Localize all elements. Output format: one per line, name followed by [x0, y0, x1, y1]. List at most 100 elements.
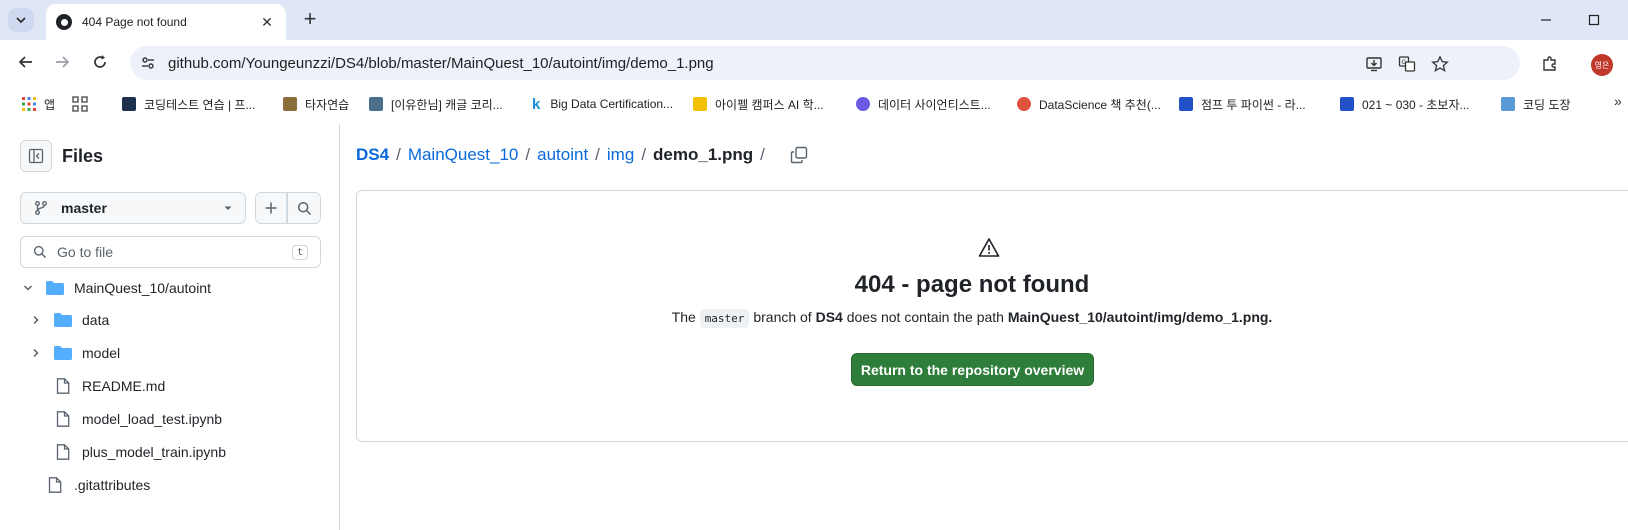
- tree-item-label: plus_model_train.ipynb: [82, 444, 226, 460]
- bookmark-programmers[interactable]: 코딩테스트 연습 | 프...: [122, 93, 255, 115]
- tree-folder-data[interactable]: data: [28, 305, 109, 335]
- search-icon: [297, 201, 311, 215]
- bookmark-label: 아이펠 캠퍼스 AI 학...: [715, 97, 824, 112]
- folder-open-icon: [46, 281, 64, 295]
- breadcrumb-separator: /: [760, 145, 765, 164]
- bookmark-beginner[interactable]: 021 ~ 030 - 초보자...: [1340, 93, 1470, 115]
- branch-code: master: [699, 309, 750, 328]
- maximize-button[interactable]: [1582, 8, 1606, 32]
- reload-button[interactable]: [88, 50, 112, 74]
- add-file-button[interactable]: [255, 192, 287, 224]
- branch-name: master: [61, 200, 107, 216]
- tree-item-label: model_load_test.ipynb: [82, 411, 223, 427]
- bookmark-star-icon[interactable]: [1430, 54, 1450, 74]
- sidebar-collapse-icon: [28, 148, 44, 164]
- minimize-button[interactable]: [1534, 8, 1558, 32]
- bookmarks-overflow-icon[interactable]: »: [1614, 93, 1622, 109]
- breadcrumb-mainquest-link[interactable]: MainQuest_10: [408, 145, 519, 165]
- bookmark-label: 데이터 사이언티스트...: [878, 97, 991, 112]
- tree-file-gitattributes[interactable]: .gitattributes: [48, 470, 150, 500]
- search-files-button[interactable]: [287, 192, 321, 224]
- tab-search-button[interactable]: [8, 8, 34, 32]
- site-info-icon[interactable]: [138, 53, 158, 73]
- tree-item-label: MainQuest_10/autoint: [74, 280, 211, 296]
- new-tab-button[interactable]: +: [298, 8, 322, 32]
- programmers-icon: [122, 97, 136, 111]
- breadcrumb-repo-link[interactable]: DS4: [356, 145, 389, 165]
- wikidocs-icon: [1179, 97, 1193, 111]
- desc-text: does not contain the path: [846, 309, 1004, 325]
- tree-item-label: data: [82, 312, 110, 328]
- breadcrumb-autoint-link[interactable]: autoint: [537, 145, 588, 165]
- browser-tab[interactable]: 404 Page not found ✕: [46, 4, 286, 40]
- not-found-description: The master branch of DS4 does not contai…: [357, 309, 1587, 328]
- bookmark-label: 코딩 도장: [1523, 97, 1571, 112]
- k-icon: k: [532, 95, 541, 113]
- go-to-file-placeholder: Go to file: [57, 244, 114, 260]
- collapse-sidebar-button[interactable]: [20, 140, 52, 172]
- typing-icon: [283, 97, 297, 111]
- desc-text: The: [671, 309, 696, 325]
- bookmark-grid[interactable]: [72, 93, 88, 115]
- install-app-icon[interactable]: [1364, 54, 1384, 74]
- breadcrumb-separator: /: [525, 145, 531, 164]
- tree-folder-model[interactable]: model: [28, 338, 120, 368]
- bookmark-label: [이유한님] 캐글 코리...: [391, 97, 503, 112]
- back-button[interactable]: [14, 50, 38, 74]
- github-icon: [56, 14, 72, 30]
- tab-close-icon[interactable]: ✕: [258, 14, 276, 31]
- missing-path: MainQuest_10/autoint/img/demo_1.png.: [1007, 309, 1273, 325]
- branch-selector[interactable]: master: [20, 192, 246, 224]
- go-to-file-input[interactable]: Go to file t: [20, 236, 321, 268]
- address-bar[interactable]: github.com/Youngeunzzi/DS4/blob/master/M…: [130, 46, 1520, 80]
- breadcrumb-img-link[interactable]: img: [607, 145, 634, 165]
- breadcrumb-current-file: demo_1.png: [653, 145, 754, 164]
- bookmark-label: DataScience 책 추천(...: [1039, 97, 1161, 112]
- bookmark-ds-book[interactable]: DataScience 책 추천(...: [1017, 93, 1161, 115]
- bookmark-apps[interactable]: 앱: [22, 93, 55, 115]
- copy-path-button[interactable]: [788, 144, 810, 166]
- breadcrumb-separator: /: [396, 145, 401, 164]
- git-branch-icon: [35, 201, 47, 215]
- return-to-repo-button[interactable]: Return to the repository overview: [851, 353, 1094, 386]
- tree-item-label: README.md: [82, 378, 166, 394]
- reload-icon: [94, 55, 106, 68]
- translate-icon[interactable]: G: [1397, 54, 1417, 74]
- tree-file-readme[interactable]: README.md: [56, 371, 165, 401]
- apps-grid-icon: [22, 97, 36, 111]
- bookmark-typing[interactable]: 타자연습: [283, 93, 349, 115]
- breadcrumb-separator: /: [595, 145, 600, 164]
- bookmark-label: 타자연습: [305, 97, 350, 112]
- bookmark-jump-to-python[interactable]: 점프 투 파이썬 - 라...: [1179, 93, 1306, 115]
- tree-folder-autoint[interactable]: MainQuest_10/autoint: [20, 273, 211, 303]
- desc-text: branch of: [753, 309, 812, 325]
- copy-icon: [790, 146, 808, 164]
- folder-icon: [54, 313, 72, 327]
- profile-avatar[interactable]: 영은: [1591, 54, 1613, 76]
- bookmarks-bar: 앱 코딩테스트 연습 | 프... 타자연습 [이유한님] 캐글 코리... k…: [0, 88, 1628, 120]
- tree-file-plus-model-train[interactable]: plus_model_train.ipynb: [56, 437, 226, 467]
- tree-item-label: .gitattributes: [74, 477, 151, 493]
- bookmark-data-scientist[interactable]: 데이터 사이언티스트...: [856, 93, 991, 115]
- tree-file-model-load-test[interactable]: model_load_test.ipynb: [56, 404, 222, 434]
- breadcrumb-separator: /: [641, 145, 647, 164]
- chevron-right-icon: [28, 312, 44, 328]
- bookmark-label: 코딩테스트 연습 | 프...: [144, 97, 256, 112]
- maximize-icon: [1588, 14, 1600, 26]
- grid-icon: [72, 96, 88, 112]
- kaggle-korea-icon: [369, 97, 383, 111]
- file-icon: [48, 477, 62, 493]
- chevron-right-icon: [28, 345, 44, 361]
- forward-button[interactable]: [50, 50, 74, 74]
- extensions-button[interactable]: [1538, 52, 1562, 76]
- bookmark-bigdata[interactable]: k Big Data Certification...: [532, 93, 673, 115]
- bookmark-dojang[interactable]: 코딩 도장: [1501, 93, 1571, 115]
- file-icon: [56, 411, 70, 427]
- plus-icon: [265, 202, 277, 214]
- file-icon: [56, 378, 70, 394]
- bookmark-kaggle-korea[interactable]: [이유한님] 캐글 코리...: [369, 93, 503, 115]
- bookmark-aiffel[interactable]: 아이펠 캠퍼스 AI 학...: [693, 93, 824, 115]
- breadcrumb: DS4 / MainQuest_10 / autoint / img / dem…: [356, 144, 810, 166]
- caret-down-icon: [224, 206, 232, 210]
- ds-book-icon: [1017, 97, 1031, 111]
